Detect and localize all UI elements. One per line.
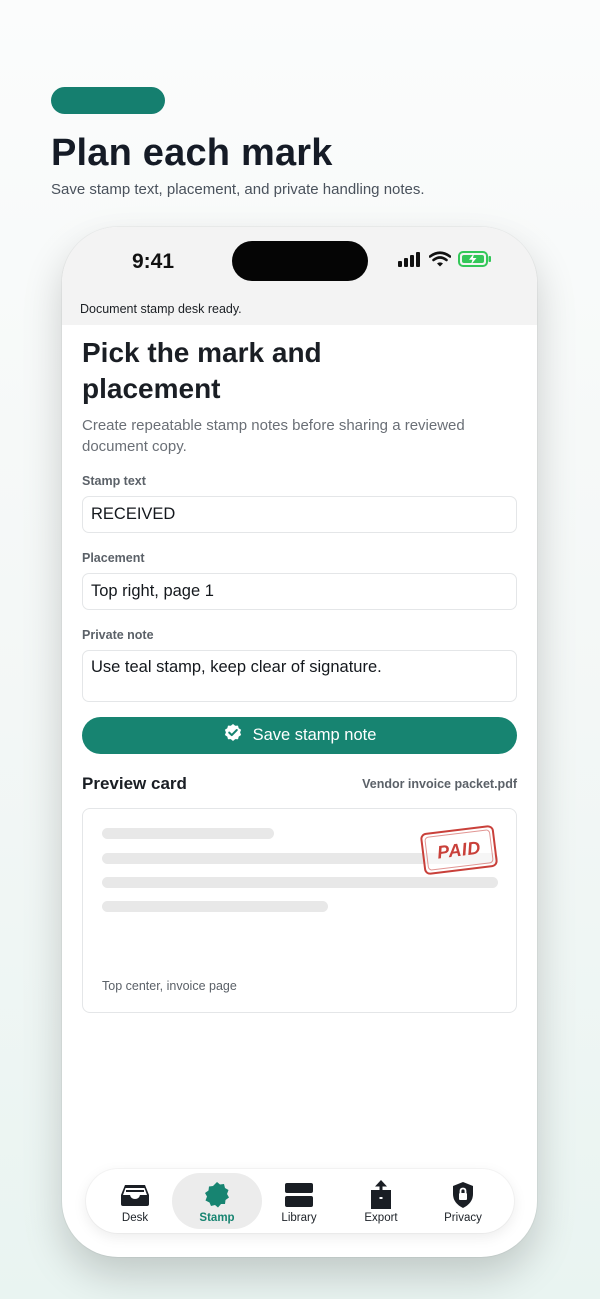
tab-label: Export <box>364 1212 398 1224</box>
preview-card: PAID Top center, invoice page <box>82 808 517 1013</box>
save-button-label: Save stamp note <box>252 726 377 744</box>
page-description: Create repeatable stamp notes before sha… <box>82 417 465 455</box>
library-stack-icon <box>284 1181 314 1209</box>
stamp-badge-icon <box>203 1181 231 1209</box>
save-stamp-note-button[interactable]: Save stamp note <box>82 717 517 754</box>
status-banner: Document stamp desk ready. <box>80 302 242 316</box>
hero-subtitle: Save stamp text, placement, and private … <box>51 181 425 198</box>
placeholder-line <box>102 901 328 912</box>
placement-value: Top right, page 1 <box>91 582 214 600</box>
tab-desk[interactable]: Desk <box>90 1173 180 1229</box>
tab-label: Privacy <box>444 1212 482 1224</box>
tab-export[interactable]: Export <box>336 1173 426 1229</box>
dynamic-island <box>232 241 368 281</box>
hero-title: Plan each mark <box>51 132 333 174</box>
preview-file-name: Vendor invoice packet.pdf <box>362 777 517 791</box>
private-note-label: Private note <box>82 628 154 642</box>
stamp-text-value: RECEIVED <box>91 505 176 523</box>
wifi-icon <box>428 251 452 272</box>
tab-library[interactable]: Library <box>254 1173 344 1229</box>
system-icons <box>398 251 492 272</box>
stamp-text-label: Stamp text <box>82 474 146 488</box>
stamp-form-screen: Pick the mark and placement Create repea… <box>82 325 517 1013</box>
inbox-tray-icon <box>120 1181 150 1209</box>
tab-label: Stamp <box>199 1212 235 1224</box>
placement-input[interactable]: Top right, page 1 <box>82 573 517 610</box>
stamp-text-input[interactable]: RECEIVED <box>82 496 517 533</box>
placeholder-line <box>102 877 498 888</box>
preview-caption: Top center, invoice page <box>102 979 237 993</box>
status-bar: 9:41 Document stamp desk ready. <box>62 227 537 325</box>
share-upload-icon <box>368 1180 394 1209</box>
tab-stamp[interactable]: Stamp <box>172 1173 262 1229</box>
signal-icon <box>398 251 422 272</box>
verified-badge-icon <box>223 723 243 748</box>
tab-label: Desk <box>121 1212 149 1224</box>
tab-privacy[interactable]: Privacy <box>418 1173 508 1229</box>
tab-label: Library <box>281 1212 317 1224</box>
battery-charging-icon <box>458 251 492 272</box>
preview-header: Preview card Vendor invoice packet.pdf <box>82 774 517 794</box>
placement-label: Placement <box>82 551 145 565</box>
preview-title: Preview card <box>82 774 187 793</box>
tab-bar: Desk Stamp Library Export Privacy <box>86 1169 514 1233</box>
hero-accent-pill <box>51 87 165 114</box>
paid-stamp: PAID <box>419 824 499 876</box>
page-title: Pick the mark and placement <box>82 337 322 404</box>
status-time: 9:41 <box>132 250 175 273</box>
phone-frame: 9:41 Document stamp desk ready. Pick the… <box>62 227 537 1257</box>
stamp-text: PAID <box>436 836 482 863</box>
private-note-value: Use teal stamp, keep clear of signature. <box>91 658 382 676</box>
private-note-textarea[interactable]: Use teal stamp, keep clear of signature. <box>82 650 517 702</box>
placeholder-line <box>102 828 274 839</box>
lock-shield-icon <box>451 1181 475 1209</box>
